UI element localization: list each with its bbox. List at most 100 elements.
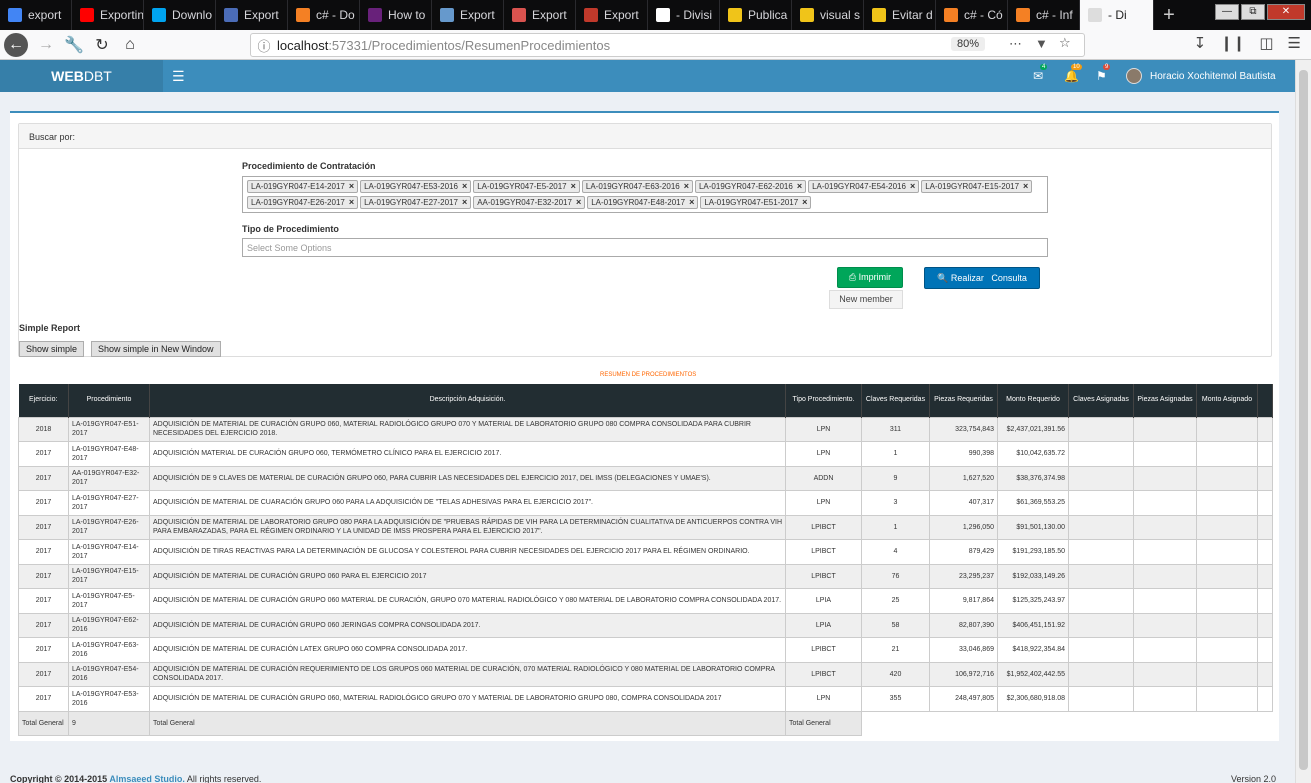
chip-remove-icon[interactable]: × [684, 181, 689, 191]
bookmark-star-icon[interactable]: ☆ [1059, 35, 1071, 51]
footer-version: Version 2.0 [1231, 774, 1277, 783]
scrollbar-thumb[interactable] [1299, 70, 1308, 770]
browser-tab[interactable]: How to [360, 0, 432, 30]
table-cell [1133, 539, 1197, 565]
bell-icon[interactable]: 🔔 10 [1064, 64, 1082, 83]
table-row[interactable]: 2017 LA-019GYR047-E62-2016 ADQUISICIÓN DE … [18, 612, 1273, 638]
mail-icon[interactable]: ✉ 4 [1033, 64, 1048, 83]
table-cell: $38,376,374.98 [997, 465, 1069, 491]
menu-icon[interactable]: ☰ [1288, 34, 1301, 52]
column-header[interactable]: Claves Asignadas [1068, 384, 1134, 417]
chip-label: LA-019GYR047-E48-2017 [591, 198, 686, 207]
column-header[interactable]: Monto Asignado [1196, 384, 1258, 417]
footer-prefix: Copyright © 2014-2015 [10, 774, 110, 783]
browser-tab[interactable]: export [0, 0, 72, 30]
column-header[interactable]: Piezas Requeridas [929, 384, 998, 417]
page-scrollbar[interactable] [1295, 60, 1311, 783]
chip-remove-icon[interactable]: × [576, 197, 581, 207]
chip-remove-icon[interactable]: × [571, 181, 576, 191]
mail-badge: 4 [1040, 64, 1048, 70]
tab-favicon-icon [1016, 8, 1030, 22]
browser-tab[interactable]: Export [432, 0, 504, 30]
browser-tab[interactable]: Export [216, 0, 288, 30]
column-header[interactable]: Tipo Procedimiento. [785, 384, 862, 417]
pocket-icon[interactable]: ▼ [1035, 36, 1048, 51]
footer-suffix: All rights reserved. [184, 774, 262, 783]
browser-tab[interactable]: - Di [1080, 0, 1154, 30]
show-simple-button[interactable]: Show simple [19, 341, 85, 357]
forward-icon[interactable]: → [32, 31, 60, 59]
table-row[interactable]: 2017 LA-019GYR047-E14-2017 ADQUISICIÓN DE … [18, 539, 1273, 565]
browser-tab[interactable]: c# - Có [936, 0, 1008, 30]
imprimir-button[interactable]: ⎙ Imprimir [837, 267, 903, 288]
browser-tab[interactable]: Publica [720, 0, 792, 30]
new-tab-button[interactable]: + [1154, 0, 1184, 30]
table-cell [1257, 514, 1273, 540]
page-actions-icon[interactable]: ⋯ [1009, 36, 1022, 52]
table-row[interactable]: 2018 LA-019GYR047-E51-2017 ADQUISICIÓN DE … [18, 416, 1273, 442]
chip-remove-icon[interactable]: × [910, 181, 915, 191]
table-cell: 2017 [18, 612, 69, 638]
sidebar-icon[interactable]: ◫ [1259, 34, 1273, 52]
show-window-button[interactable]: Show simple in New Window [91, 341, 221, 357]
column-header[interactable]: Monto Requerido [997, 384, 1069, 417]
browser-tab[interactable]: Export [576, 0, 648, 30]
browser-tab[interactable]: c# - Inf [1008, 0, 1080, 30]
info-icon[interactable]: ⓘ [251, 36, 277, 55]
table-row[interactable]: 2017 LA-019GYR047-E15-2017 ADQUISICIÓN DE … [18, 563, 1273, 589]
reload-icon[interactable]: ↻ [88, 31, 116, 59]
column-header[interactable]: Procedimiento [68, 384, 150, 417]
back-icon[interactable]: ← [4, 32, 28, 57]
close-window-button[interactable]: ✕ [1267, 4, 1305, 20]
procedimiento-multiselect[interactable]: LA-019GYR047-E14-2017 × LA-019GYR047-E53-2… [242, 176, 1048, 213]
table-cell: ADQUISICIÓN DE MATERIAL DE CURACIÓN GRUP… [149, 612, 786, 638]
table-row[interactable]: 2017 LA-019GYR047-E53-2016 ADQUISICIÓN DE … [18, 686, 1273, 712]
table-row[interactable]: 2017 LA-019GYR047-E26-2017 ADQUISICIÓN DE … [18, 514, 1273, 540]
chip-remove-icon[interactable]: × [1023, 181, 1028, 191]
flag-icon[interactable]: ⚑ 9 [1096, 64, 1111, 83]
minimize-button[interactable]: — [1215, 4, 1239, 20]
sidebar-toggle-icon[interactable]: ☰ [172, 68, 185, 85]
browser-tab[interactable]: - Divisi [648, 0, 720, 30]
chip-remove-icon[interactable]: × [349, 197, 354, 207]
column-header[interactable]: Piezas Asignadas [1133, 384, 1197, 417]
home-icon[interactable]: ⌂ [116, 31, 144, 59]
chip-remove-icon[interactable]: × [462, 197, 467, 207]
browser-tab[interactable]: visual s [792, 0, 864, 30]
library-icon[interactable]: ❙❙ [1220, 34, 1245, 52]
download-icon[interactable]: ↧ [1194, 34, 1207, 52]
wrench-icon[interactable]: 🔧 [60, 31, 88, 59]
browser-tab[interactable]: c# - Do [288, 0, 360, 30]
table-row[interactable]: 2017 LA-019GYR047-E27-2017 ADQUISICIÓN DE … [18, 490, 1273, 516]
browser-tab[interactable]: Evitar d [864, 0, 936, 30]
table-row[interactable]: 2017 LA-019GYR047-E54-2016 ADQUISICIÓN DE … [18, 661, 1273, 687]
user-menu[interactable]: Horacio Xochitemol Bautista [1126, 68, 1276, 84]
browser-tab[interactable]: Downlo [144, 0, 216, 30]
chip-remove-icon[interactable]: × [797, 181, 802, 191]
tab-favicon-icon [584, 8, 598, 22]
column-header[interactable]: Ejercicio: [18, 384, 69, 417]
table-row[interactable]: 2017 AA-019GYR047-E32-2017 ADQUISICIÓN DE … [18, 465, 1273, 491]
chip-remove-icon[interactable]: × [349, 181, 354, 191]
new-member-button[interactable]: New member [829, 290, 903, 309]
app-logo[interactable]: WEB DBT [0, 60, 163, 92]
zoom-indicator[interactable]: 80% [951, 37, 986, 51]
browser-tab[interactable]: Export [504, 0, 576, 30]
tipo-select[interactable]: Select Some Options [242, 238, 1048, 257]
footer-brand-link[interactable]: Almsaeed Studio. [109, 774, 185, 783]
table-row[interactable]: 2017 LA-019GYR047-E63-2016 ADQUISICIÓN DE … [18, 637, 1273, 663]
consulta-button[interactable]: 🔍 Realizar Consulta [924, 267, 1040, 289]
chip-remove-icon[interactable]: × [462, 181, 467, 191]
chip-remove-icon[interactable]: × [689, 197, 694, 207]
column-header[interactable]: Descripción Adquisición. [149, 384, 786, 417]
url-bar[interactable]: ⓘ localhost:57331/Procedimientos/Resumen… [250, 33, 1085, 57]
table-cell [1068, 612, 1134, 638]
table-row[interactable]: 2017 LA-019GYR047-E5-2017 ADQUISICIÓN DE M… [18, 588, 1273, 614]
bell-badge: 10 [1071, 64, 1082, 70]
column-header[interactable]: Claves Requeridas [861, 384, 930, 417]
table-row[interactable]: 2017 LA-019GYR047-E48-2017 ADQUISICIÓN MAT… [18, 441, 1273, 467]
table-cell: LPIBCT [785, 637, 862, 663]
maximize-button[interactable]: ⧉ [1241, 4, 1265, 20]
chip-remove-icon[interactable]: × [802, 197, 807, 207]
browser-tab[interactable]: Exportin [72, 0, 144, 30]
